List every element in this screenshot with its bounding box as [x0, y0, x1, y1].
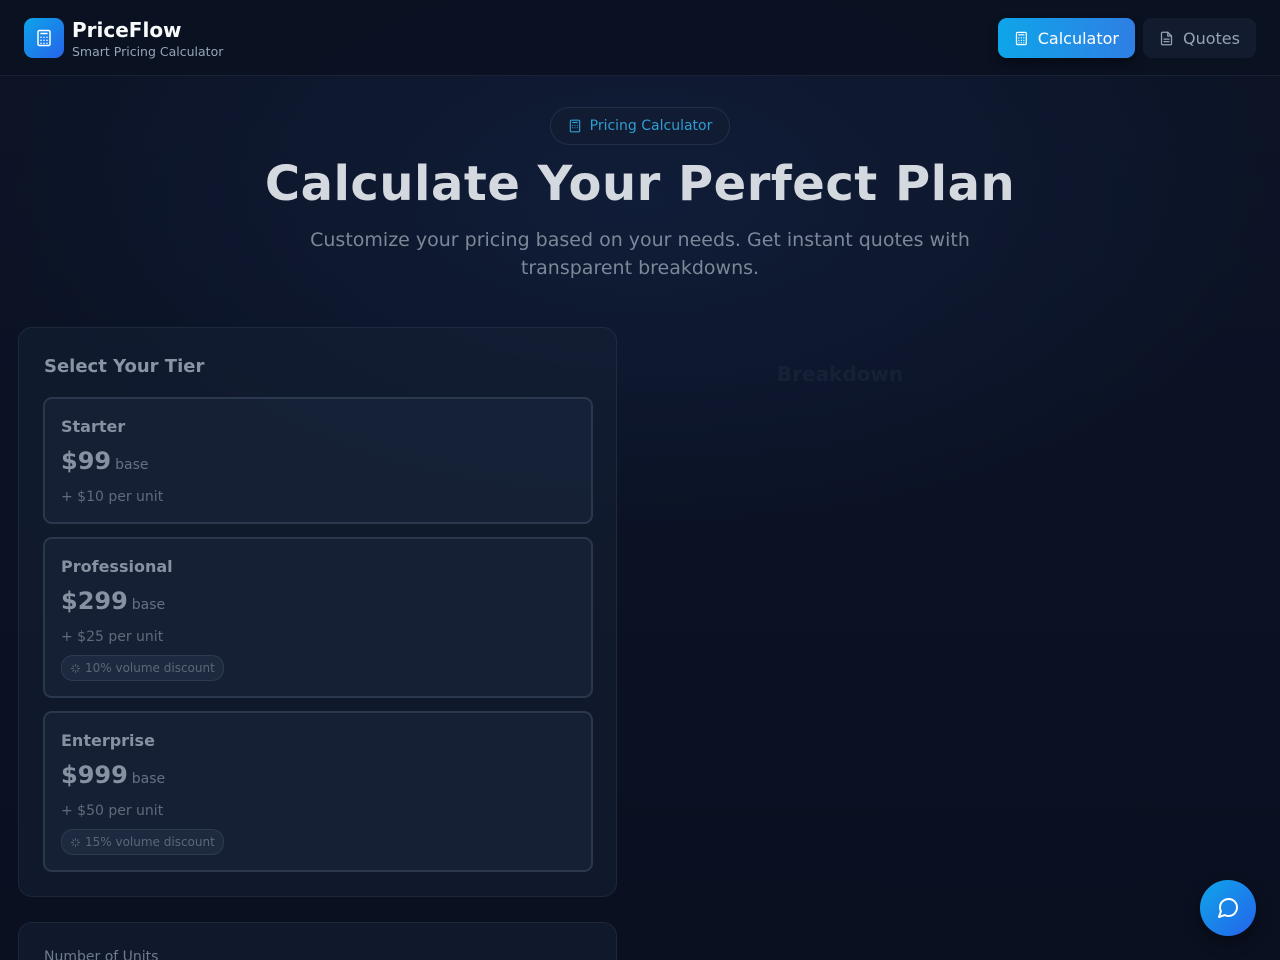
tier-price: $999 base: [61, 761, 165, 789]
calculator-icon: [1015, 31, 1027, 45]
pricing-calculator-pill: Pricing Calculator: [550, 107, 730, 145]
tier-price: $299 base: [61, 587, 165, 615]
top-header: PriceFlow Smart Pricing Calculator Calcu…: [0, 0, 1280, 76]
tier-card-starter[interactable]: Starter $99 base + $10 per unit: [43, 397, 593, 524]
pill-label: Pricing Calculator: [589, 118, 713, 134]
brand-logo[interactable]: [24, 18, 64, 58]
discount-badge: 15% volume discount: [61, 829, 224, 855]
nav-quotes-button[interactable]: Quotes: [1143, 18, 1256, 58]
calculator-icon: [569, 119, 580, 133]
breakdown-heading: Breakdown: [776, 362, 904, 386]
nav-calculator-button[interactable]: Calculator: [998, 18, 1135, 58]
units-panel: Number of Units: [18, 922, 617, 960]
page-subtitle: Customize your pricing based on your nee…: [310, 229, 970, 279]
tier-base-label: base: [131, 597, 166, 613]
tier-name: Professional: [61, 557, 173, 576]
chat-button[interactable]: [1200, 880, 1256, 936]
tier-price-value: $99: [61, 447, 112, 475]
tier-panel-title: Select Your Tier: [44, 356, 205, 377]
nav-quotes-label: Quotes: [1183, 28, 1240, 48]
discount-badge-label: 15% volume discount: [85, 835, 215, 849]
tier-unit-price: + $10 per unit: [61, 489, 164, 505]
tier-name: Starter: [61, 417, 126, 436]
tier-name: Enterprise: [61, 731, 155, 750]
calculator-icon: [37, 29, 51, 47]
discount-badge-label: 10% volume discount: [85, 661, 215, 675]
tier-card-professional[interactable]: Professional $299 base + $25 per unit 10%…: [43, 537, 593, 698]
brand-name: PriceFlow: [72, 18, 182, 42]
tier-selection-panel: Select Your Tier Starter $99 base + $10 p…: [18, 327, 617, 897]
units-label: Number of Units: [44, 949, 159, 960]
tier-card-enterprise[interactable]: Enterprise $999 base + $50 per unit 15% v…: [43, 711, 593, 872]
chat-bubble-icon: [1218, 897, 1239, 918]
sparkle-icon: [70, 837, 81, 847]
sparkle-icon: [70, 663, 81, 673]
document-icon: [1160, 31, 1173, 45]
nav-calculator-label: Calculator: [1037, 28, 1119, 48]
tier-unit-price: + $50 per unit: [61, 803, 164, 819]
brand-subtitle: Smart Pricing Calculator: [72, 44, 224, 59]
tier-price-value: $999: [61, 761, 128, 789]
tier-base-label: base: [115, 457, 149, 473]
tier-base-label: base: [131, 771, 166, 787]
tier-unit-price: + $25 per unit: [61, 629, 164, 645]
discount-badge: 10% volume discount: [61, 655, 224, 681]
tier-price: $99 base: [61, 447, 148, 475]
tier-price-value: $299: [61, 587, 128, 615]
page-title: Calculate Your Perfect Plan: [264, 156, 1016, 212]
